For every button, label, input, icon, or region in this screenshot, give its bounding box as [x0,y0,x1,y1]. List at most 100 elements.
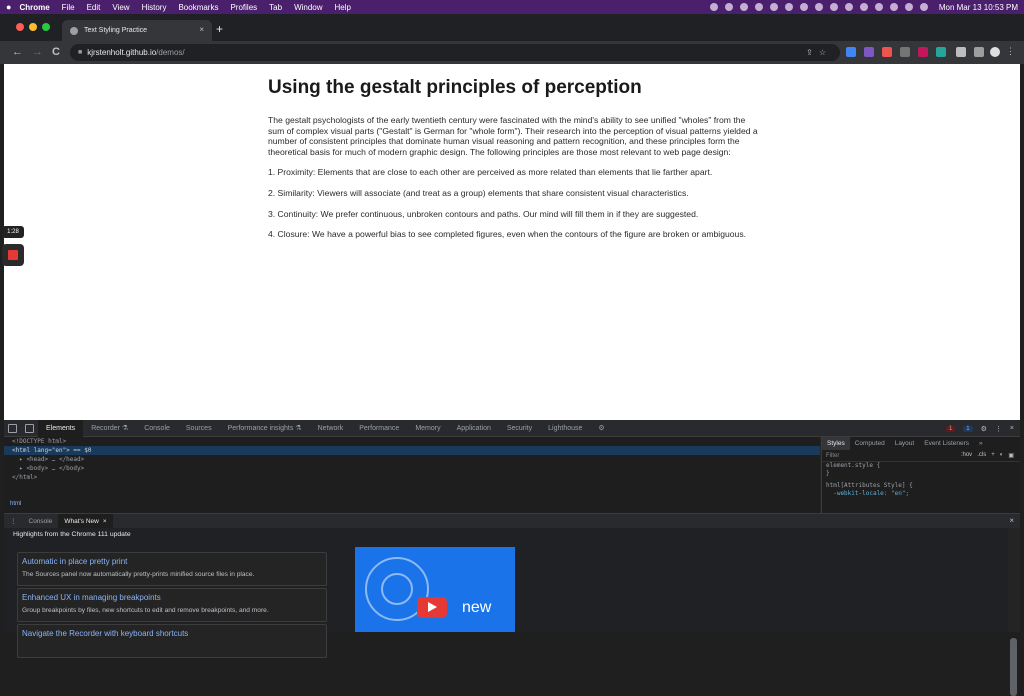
toggle-sidebar-icon[interactable]: ▣ [1008,452,1014,459]
status-icon[interactable] [724,3,733,11]
status-icon[interactable] [799,3,808,11]
feature-card-title[interactable]: Enhanced UX in managing breakpoints [22,593,161,602]
dom-line-selected[interactable]: <html lang="en"> == $0 [4,446,820,455]
hover-state-toggle[interactable]: :hov [961,452,972,459]
dom-line[interactable]: </html> [4,473,820,482]
close-window-button[interactable] [16,23,24,31]
side-panel-icon[interactable] [974,47,984,57]
tab-network[interactable]: Network [310,420,352,437]
stop-recording-button[interactable] [2,244,24,266]
more-tabs-icon[interactable]: » [974,437,988,450]
wifi-icon[interactable] [889,3,898,11]
error-count-badge[interactable]: 1 [945,425,956,432]
status-icon[interactable] [844,3,853,11]
forward-button[interactable]: → [32,45,43,59]
close-tab-icon[interactable]: × [103,518,107,525]
youtube-play-icon[interactable] [417,597,447,618]
extensions-puzzle-icon[interactable] [956,47,966,57]
menu-tab[interactable]: Tab [269,3,282,12]
close-drawer-icon[interactable]: × [1009,516,1014,525]
dom-breadcrumb[interactable]: html [10,501,21,507]
menubar-clock[interactable]: Mon Mar 13 10:53 PM [939,3,1018,12]
back-button[interactable]: ← [12,45,23,59]
zoom-window-button[interactable] [42,23,50,31]
feature-card[interactable]: Navigate the Recorder with keyboard shor… [17,624,327,658]
share-icon[interactable]: ⇪ [806,48,813,57]
tab-memory[interactable]: Memory [407,420,448,437]
extension-icon[interactable] [900,47,910,57]
dom-line[interactable]: ▸ <body> … </body> [4,464,820,473]
control-center-icon[interactable] [919,3,928,11]
chrome-menu-icon[interactable]: ⋮ [1006,47,1016,57]
status-icon[interactable] [769,3,778,11]
extension-icon[interactable] [882,47,892,57]
minimize-window-button[interactable] [29,23,37,31]
tab-recorder[interactable]: Recorder ⚗ [83,420,136,437]
tab-performance[interactable]: Performance [351,420,407,437]
device-toolbar-icon[interactable] [25,423,34,433]
dom-line[interactable]: ▸ <head> … </head> [4,455,820,464]
menu-help[interactable]: Help [335,3,351,12]
extension-icon[interactable] [846,47,856,57]
tab-close-icon[interactable]: × [199,25,204,34]
whats-new-scrollbar[interactable] [1010,638,1017,696]
status-icon[interactable] [739,3,748,11]
apple-menu-icon[interactable]: ● [6,2,11,12]
menu-chrome[interactable]: Chrome [19,3,49,12]
drawer-tab-whats-new[interactable]: What's New × [58,513,113,529]
status-icon[interactable] [814,3,823,11]
more-options-icon[interactable]: ⋮ [995,425,1002,433]
address-bar[interactable]: ■ kjrstenholt.github.io /demos/ ⇪ ☆ [70,44,840,61]
reload-button[interactable]: C [52,45,60,59]
tab-elements[interactable]: Elements [38,419,84,437]
drawer-tab-console[interactable]: Console [23,514,59,529]
menu-history[interactable]: History [142,3,167,12]
rendering-emulation-icon[interactable]: ◐ [1000,452,1004,459]
tab-application[interactable]: Application [449,420,499,437]
search-icon[interactable] [904,3,913,11]
close-devtools-icon[interactable]: × [1010,425,1014,432]
extension-icon[interactable] [864,47,874,57]
status-icon[interactable] [859,3,868,11]
extension-icon[interactable] [918,47,928,57]
menu-window[interactable]: Window [294,3,322,12]
gear-icon[interactable]: ⚙ [590,420,612,437]
whats-new-video-thumbnail[interactable]: new [355,547,515,632]
drawer-menu-icon[interactable]: ⋮ [4,514,23,529]
bookmark-star-icon[interactable]: ☆ [819,48,826,57]
browser-tab[interactable]: Text Styling Practice × [62,20,212,41]
menu-view[interactable]: View [112,3,129,12]
profile-avatar-icon[interactable] [990,47,1000,57]
tab-performance-insights[interactable]: Performance insights ⚗ [220,420,310,437]
tab-computed[interactable]: Computed [850,437,890,450]
feature-card-title[interactable]: Navigate the Recorder with keyboard shor… [22,629,188,638]
feature-card[interactable]: Automatic in place pretty print The Sour… [17,552,327,586]
feature-card[interactable]: Enhanced UX in managing breakpoints Grou… [17,588,327,622]
settings-gear-icon[interactable]: ⚙ [981,425,987,433]
tab-event-listeners[interactable]: Event Listeners [919,437,974,450]
tab-lighthouse[interactable]: Lighthouse [540,420,590,437]
tab-styles[interactable]: Styles [822,437,850,450]
extension-icon[interactable] [936,47,946,57]
tab-layout[interactable]: Layout [890,437,920,450]
feature-card-title[interactable]: Automatic in place pretty print [22,557,127,566]
class-toggle[interactable]: .cls [977,452,986,459]
new-tab-button[interactable]: + [216,23,223,35]
status-icon[interactable] [754,3,763,11]
tab-sources[interactable]: Sources [178,420,220,437]
menu-edit[interactable]: Edit [87,3,101,12]
status-icon[interactable] [784,3,793,11]
dom-line[interactable]: <!DOCTYPE html> [4,437,820,446]
lock-icon[interactable]: ■ [78,49,82,56]
issues-count-badge[interactable]: 1 [963,425,973,432]
status-icon[interactable] [829,3,838,11]
status-icon[interactable] [709,3,718,11]
menu-bookmarks[interactable]: Bookmarks [178,3,218,12]
tab-console[interactable]: Console [136,420,178,437]
inspect-element-icon[interactable] [8,423,17,433]
menu-profiles[interactable]: Profiles [230,3,257,12]
tab-security[interactable]: Security [499,420,540,437]
menu-file[interactable]: File [62,3,75,12]
styles-filter-input[interactable]: Filter [826,453,839,459]
new-rule-button[interactable]: + [991,452,995,459]
